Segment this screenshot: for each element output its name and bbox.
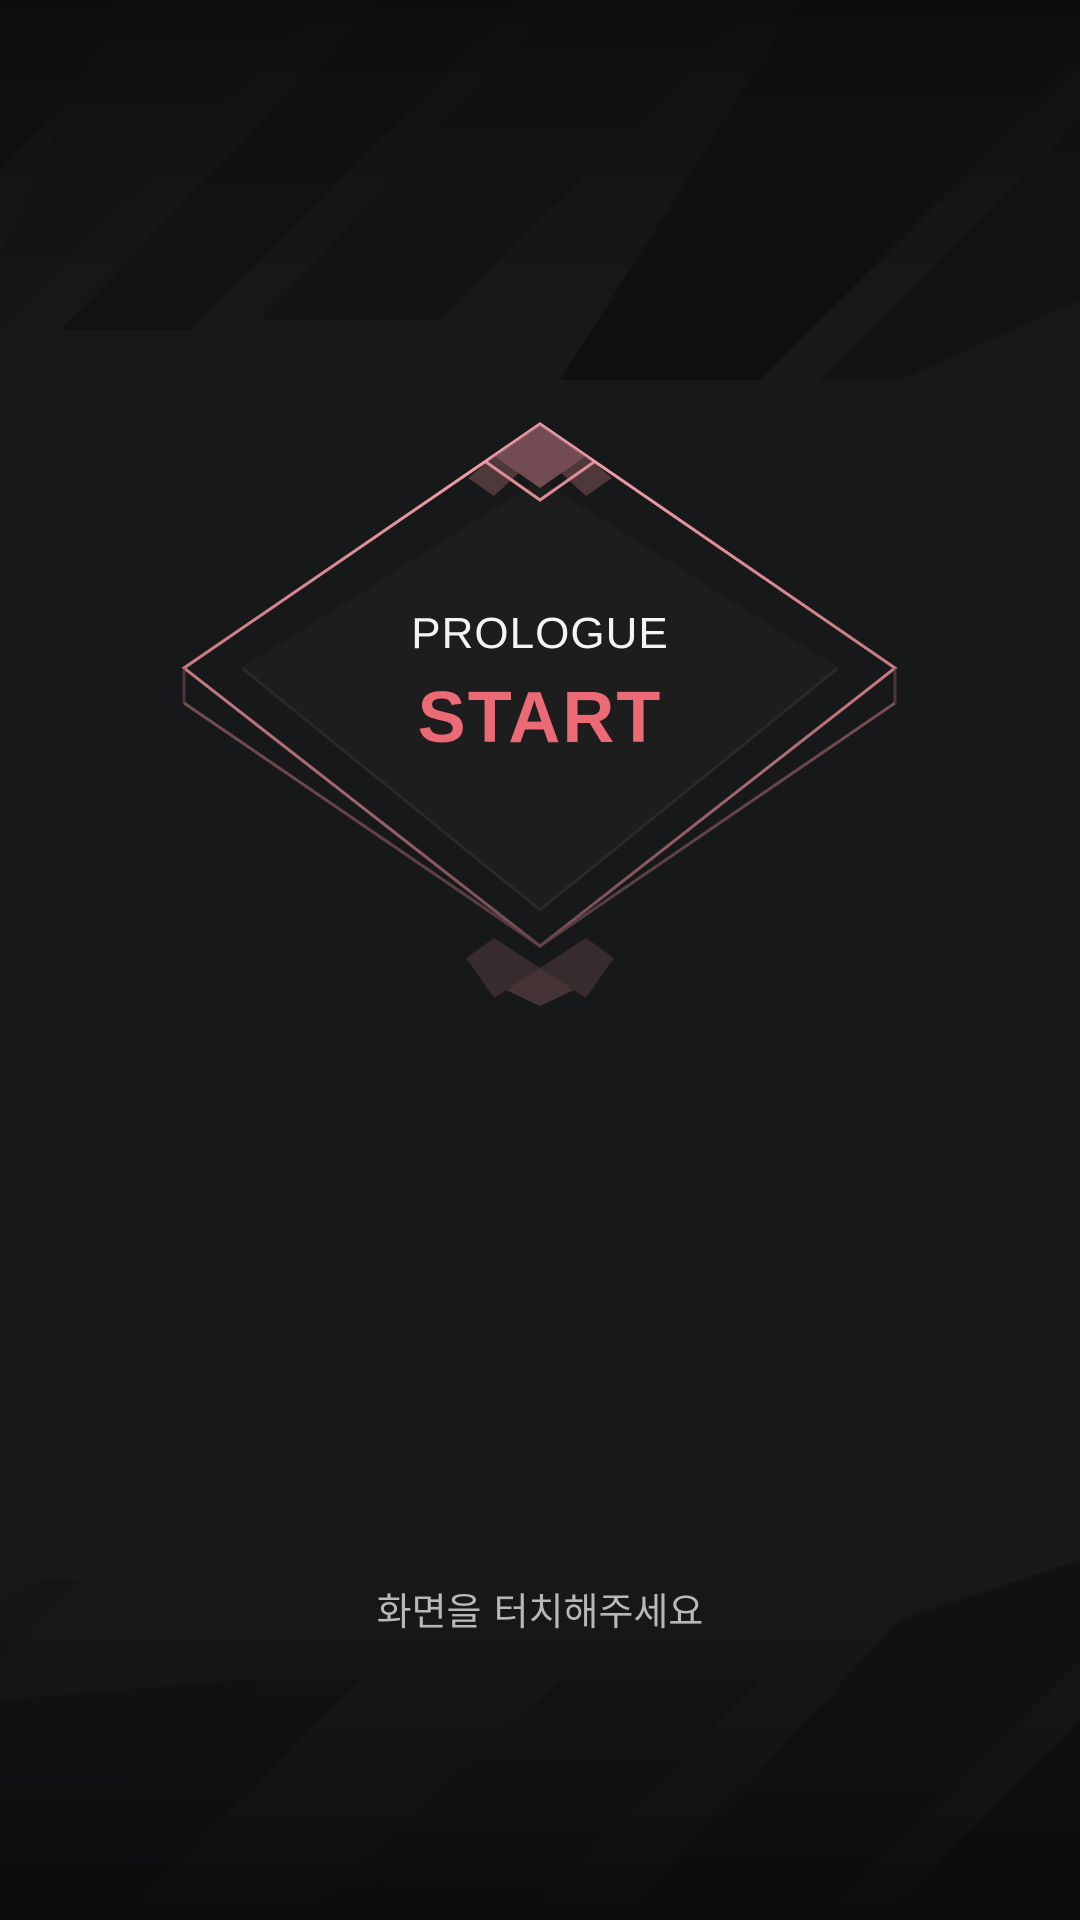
title-screen[interactable]: PROLOGUE START 화면을 터치해주세요	[0, 0, 1080, 1920]
touch-screen-prompt: 화면을 터치해주세요	[376, 1590, 704, 1634]
prologue-label: PROLOGUE	[411, 609, 669, 658]
start-button[interactable]: PROLOGUE START	[300, 560, 780, 780]
bottom-ornament-icon	[466, 938, 614, 1006]
start-label: START	[417, 678, 663, 758]
